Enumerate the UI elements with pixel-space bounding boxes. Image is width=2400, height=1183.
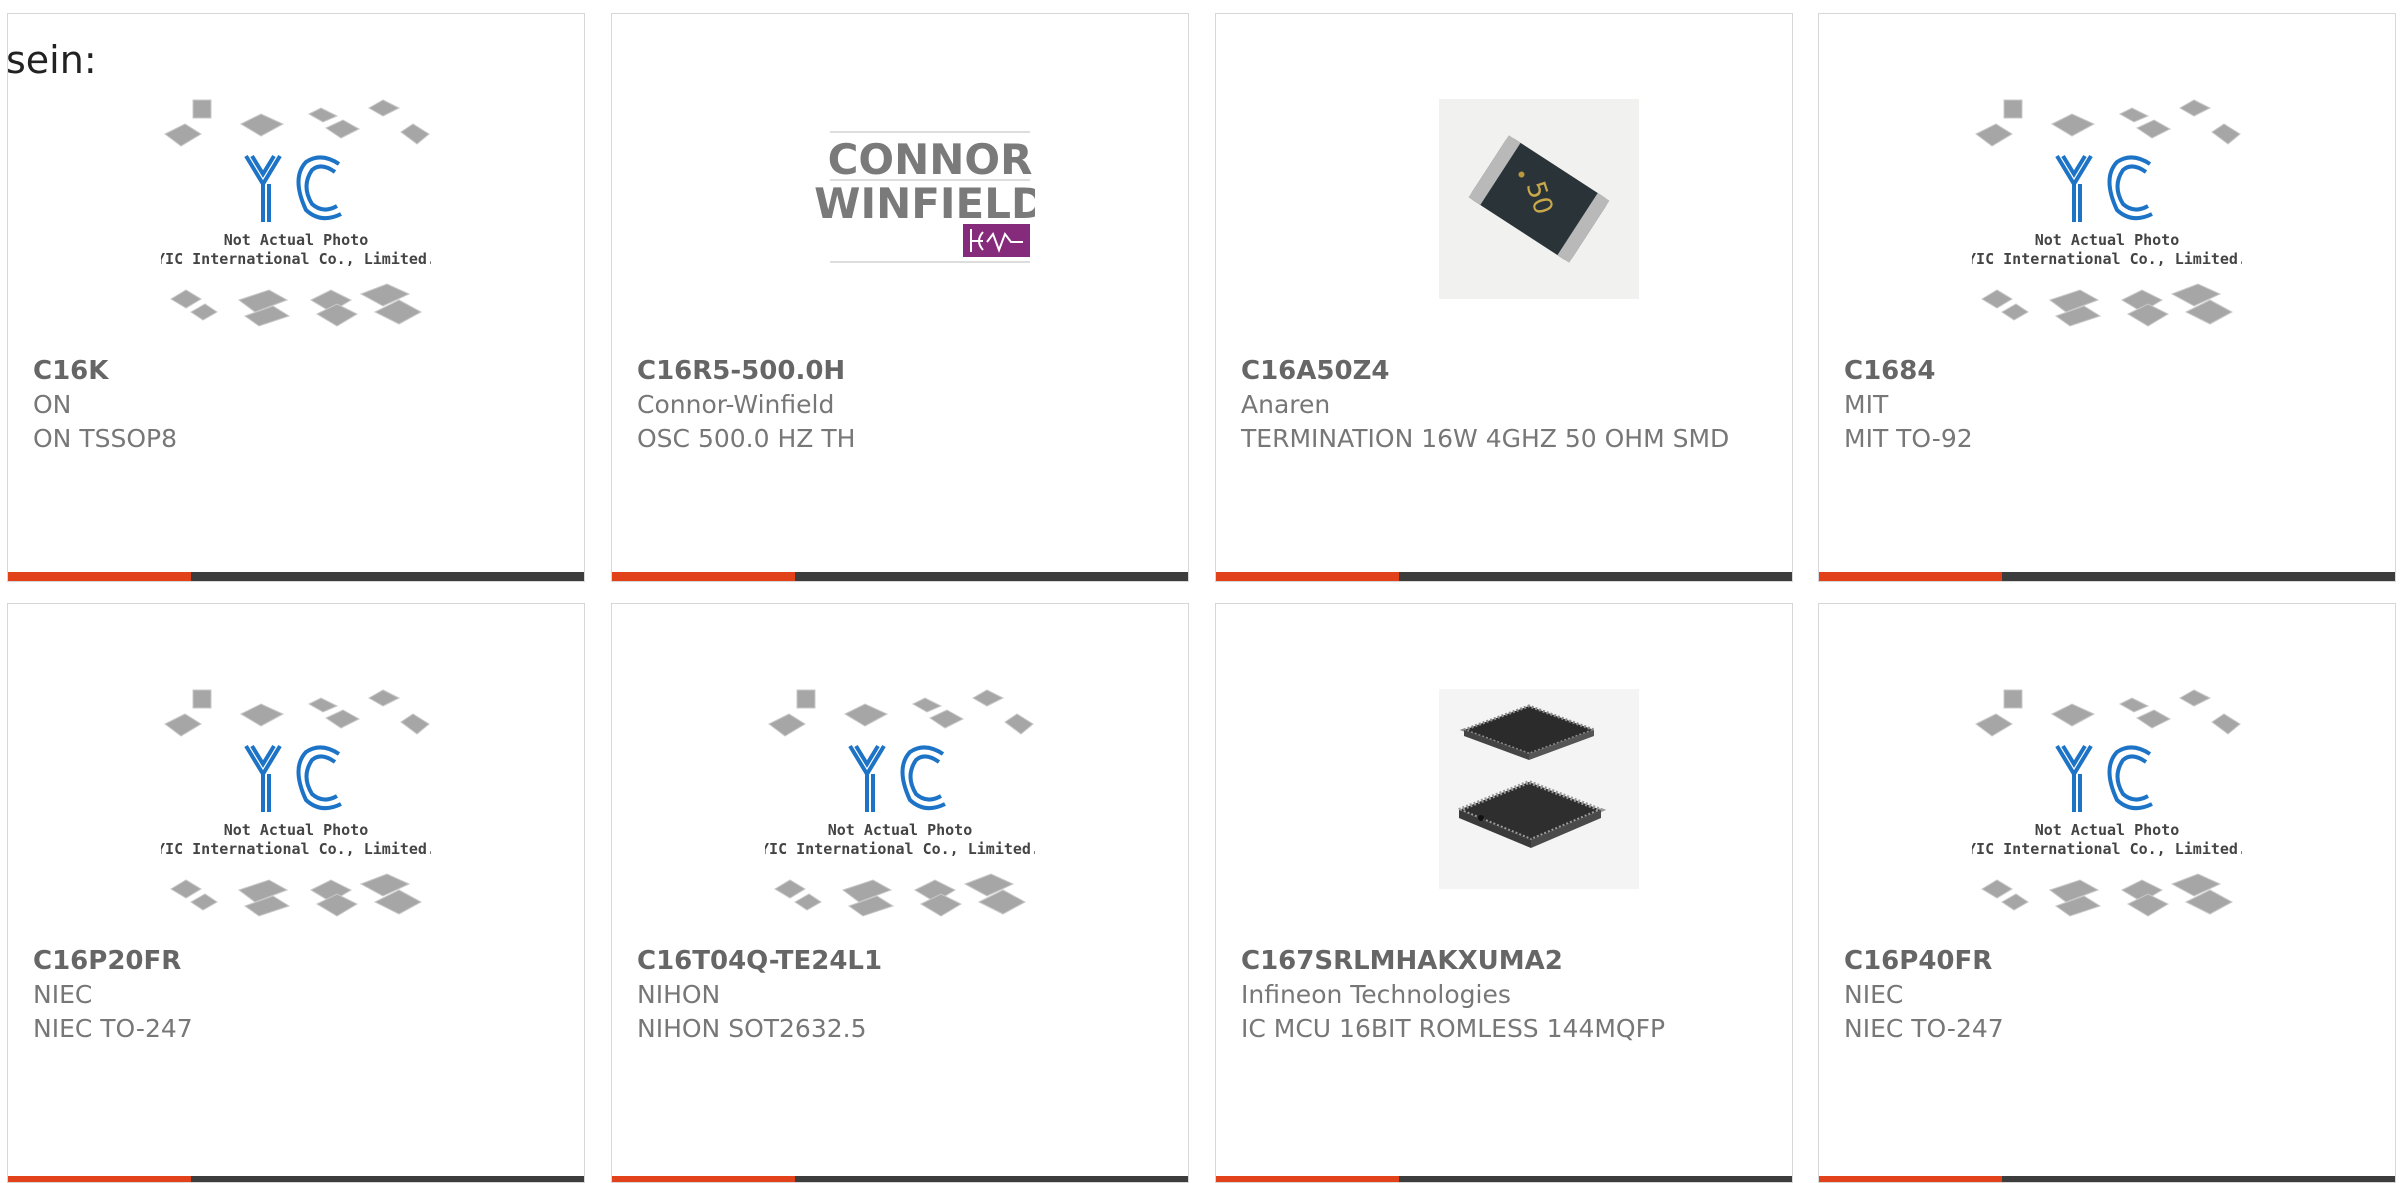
product-card[interactable]: Not Actual Photo YIC International Co., … — [1818, 603, 2396, 1183]
manufacturer: Anaren — [1241, 390, 1331, 419]
card-footer-accent — [612, 572, 795, 581]
card-footer-accent — [1216, 1176, 1399, 1182]
product-info: C16T04Q-TE24L1 NIHON NIHON SOT2632.5 — [637, 944, 1163, 1046]
card-footer-accent — [612, 1176, 795, 1182]
placeholder-line1: Not Actual Photo — [224, 821, 369, 839]
placeholder-line1: Not Actual Photo — [224, 231, 369, 249]
description: NIEC TO-247 — [1844, 1014, 2004, 1043]
card-footer-bar — [8, 1176, 584, 1182]
logo-line1: CONNOR — [828, 135, 1033, 184]
yic-logo-icon — [848, 744, 946, 812]
card-footer-bar — [612, 1176, 1188, 1182]
yic-placeholder-image: Not Actual Photo YIC International Co., … — [1972, 99, 2242, 327]
card-footer-bar — [1216, 1176, 1792, 1182]
product-image-placeholder[interactable]: Not Actual Photo YIC International Co., … — [161, 684, 431, 929]
placeholder-line1: Not Actual Photo — [828, 821, 973, 839]
description: OSC 500.0 HZ TH — [637, 424, 856, 453]
manufacturer: Connor-Winfield — [637, 390, 835, 419]
yic-placeholder-image: Not Actual Photo YIC International Co., … — [765, 689, 1035, 917]
card-footer-accent — [1216, 572, 1399, 581]
product-image-placeholder[interactable]: Not Actual Photo YIC International Co., … — [161, 94, 431, 339]
product-card[interactable]: Not Actual Photo YIC International Co., … — [7, 13, 585, 582]
yic-placeholder-image: Not Actual Photo YIC International Co., … — [161, 99, 431, 327]
placeholder-line1: Not Actual Photo — [2035, 231, 2180, 249]
part-number[interactable]: C167SRLMHAKXUMA2 — [1241, 944, 1767, 978]
manufacturer: ON — [33, 390, 72, 419]
qfp-chip-photo — [1439, 689, 1639, 889]
product-card[interactable]: Not Actual Photo YIC International Co., … — [1818, 13, 2396, 582]
product-image-placeholder[interactable]: Not Actual Photo YIC International Co., … — [1972, 94, 2242, 339]
description: ON TSSOP8 — [33, 424, 177, 453]
product-card[interactable]: C167SRLMHAKXUMA2 Infineon Technologies I… — [1215, 603, 1793, 1183]
connor-winfield-logo: CONNOR WINFIELD — [814, 131, 1035, 263]
yic-placeholder-image: Not Actual Photo YIC International Co., … — [161, 689, 431, 917]
part-number[interactable]: C16A50Z4 — [1241, 354, 1767, 388]
card-footer-accent — [1819, 1176, 2002, 1182]
product-image[interactable]: 50 — [1369, 94, 1639, 339]
product-image[interactable]: CONNOR WINFIELD — [765, 94, 1035, 339]
yic-placeholder-image: Not Actual Photo YIC International Co., … — [1972, 689, 2242, 917]
placeholder-line1: Not Actual Photo — [2035, 821, 2180, 839]
description: NIEC TO-247 — [33, 1014, 193, 1043]
product-info: C16R5-500.0H Connor-Winfield OSC 500.0 H… — [637, 354, 1163, 456]
product-info: C167SRLMHAKXUMA2 Infineon Technologies I… — [1241, 944, 1767, 1046]
placeholder-line2: YIC International Co., Limited. — [1972, 840, 2242, 858]
product-image-placeholder[interactable]: Not Actual Photo YIC International Co., … — [765, 684, 1035, 929]
card-footer-bar — [1819, 572, 2395, 581]
product-info: C16A50Z4 Anaren TERMINATION 16W 4GHZ 50 … — [1241, 354, 1767, 456]
yic-logo-icon — [2055, 744, 2153, 812]
part-number[interactable]: C1684 — [1844, 354, 2370, 388]
card-footer-accent — [1819, 572, 2002, 581]
product-info: C16K ON ON TSSOP8 — [33, 354, 559, 456]
card-footer-bar — [8, 572, 584, 581]
part-number[interactable]: C16T04Q-TE24L1 — [637, 944, 1163, 978]
description: MIT TO-92 — [1844, 424, 1973, 453]
card-footer-bar — [1819, 1176, 2395, 1182]
placeholder-line2: YIC International Co., Limited. — [1972, 250, 2242, 268]
product-card[interactable]: Not Actual Photo YIC International Co., … — [7, 603, 585, 1183]
product-info: C1684 MIT MIT TO-92 — [1844, 354, 2370, 456]
manufacturer: Infineon Technologies — [1241, 980, 1511, 1009]
part-number[interactable]: C16P20FR — [33, 944, 559, 978]
manufacturer: NIEC — [33, 980, 93, 1009]
card-footer-accent — [8, 1176, 191, 1182]
manufacturer: NIHON — [637, 980, 721, 1009]
product-info: C16P40FR NIEC NIEC TO-247 — [1844, 944, 2370, 1046]
text-fragment: sein: — [6, 38, 97, 82]
part-number[interactable]: C16R5-500.0H — [637, 354, 1163, 388]
part-number[interactable]: C16K — [33, 354, 559, 388]
card-footer-bar — [612, 572, 1188, 581]
part-number[interactable]: C16P40FR — [1844, 944, 2370, 978]
product-card[interactable]: CONNOR WINFIELD C16R5-500.0H Connor-Winf… — [611, 13, 1189, 582]
placeholder-line2: YIC International Co., Limited. — [161, 840, 431, 858]
manufacturer: MIT — [1844, 390, 1889, 419]
placeholder-line2: YIC International Co., Limited. — [765, 840, 1035, 858]
resistor-chip-photo: 50 — [1439, 99, 1639, 299]
product-card[interactable]: 50 C16A50Z4 Anaren TERMINATION 16W 4GHZ … — [1215, 13, 1793, 582]
placeholder-line2: YIC International Co., Limited. — [161, 250, 431, 268]
description: TERMINATION 16W 4GHZ 50 OHM SMD — [1241, 424, 1730, 453]
manufacturer: NIEC — [1844, 980, 1904, 1009]
product-info: C16P20FR NIEC NIEC TO-247 — [33, 944, 559, 1046]
product-image-placeholder[interactable]: Not Actual Photo YIC International Co., … — [1972, 684, 2242, 929]
description: NIHON SOT2632.5 — [637, 1014, 867, 1043]
card-footer-accent — [8, 572, 191, 581]
card-footer-bar — [1216, 572, 1792, 581]
yic-logo-icon — [2055, 154, 2153, 222]
yic-logo-icon — [244, 154, 342, 222]
yic-logo-icon — [244, 744, 342, 812]
product-image[interactable] — [1369, 684, 1639, 929]
product-card[interactable]: Not Actual Photo YIC International Co., … — [611, 603, 1189, 1183]
description: IC MCU 16BIT ROMLESS 144MQFP — [1241, 1014, 1666, 1043]
logo-line2: WINFIELD — [814, 179, 1035, 228]
